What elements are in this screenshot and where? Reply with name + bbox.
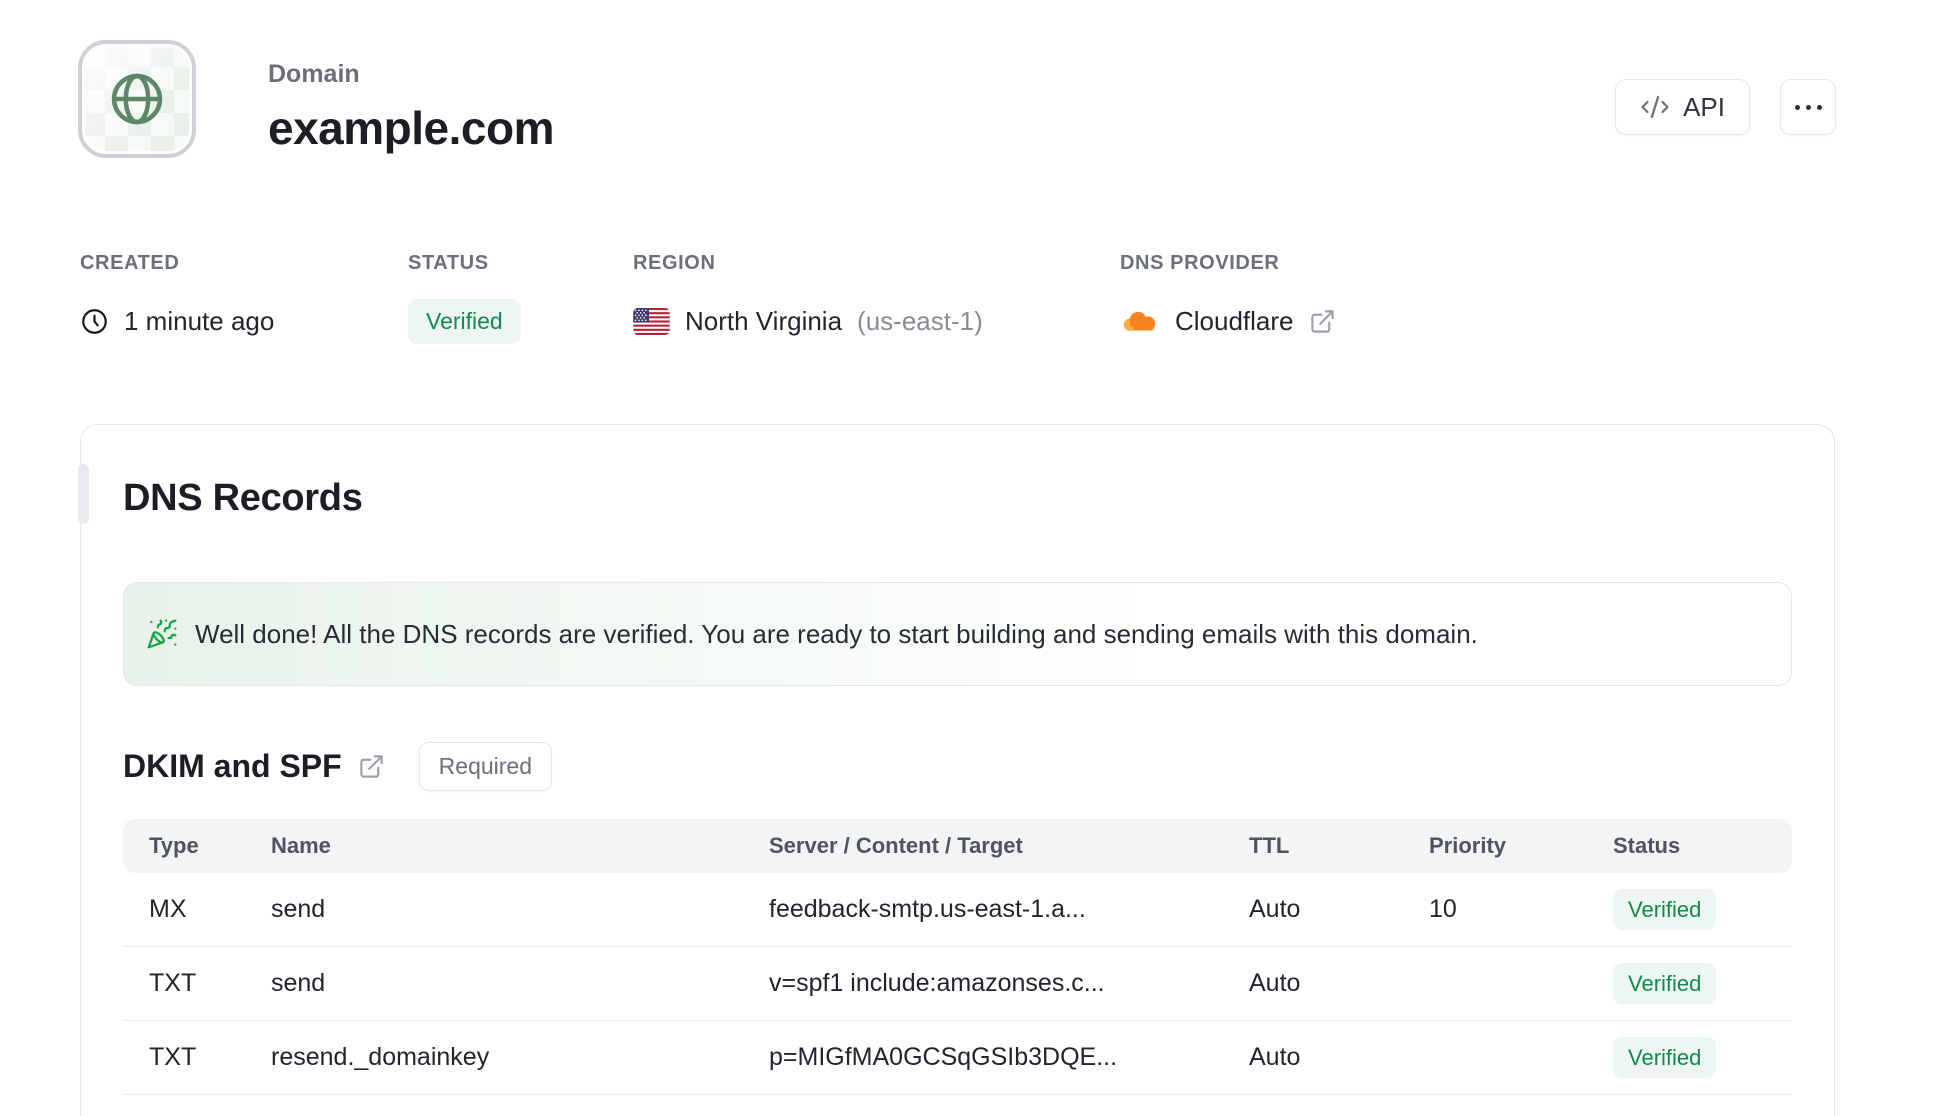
created-label: CREATED — [80, 252, 180, 274]
cell-type: TXT — [149, 969, 197, 997]
record-status-badge: Verified — [1613, 1037, 1717, 1078]
record-status-badge: Verified — [1613, 963, 1717, 1004]
meta-status: STATUS Verified — [408, 252, 633, 344]
globe-icon — [105, 67, 169, 131]
cell-ttl: Auto — [1249, 1043, 1301, 1071]
domain-eyebrow: Domain — [268, 60, 360, 88]
ellipsis-icon — [1794, 104, 1822, 110]
meta-created: CREATED 1 minute ago — [80, 252, 408, 344]
cell-ttl: Auto — [1249, 895, 1301, 923]
success-banner-text: Well done! All the DNS records are verif… — [195, 618, 1478, 649]
region-label: REGION — [633, 252, 716, 274]
table-row: MX send feedback-smtp.us-east-1.a... Aut… — [123, 873, 1792, 947]
status-label: STATUS — [408, 252, 489, 274]
table-row: TXT resend._domainkey p=MIGfMA0GCSqGSIb3… — [123, 1021, 1792, 1095]
more-button[interactable] — [1780, 79, 1836, 135]
dns-table-body: MX send feedback-smtp.us-east-1.a... Aut… — [123, 873, 1792, 1095]
cell-name: send — [271, 969, 326, 997]
dkim-spf-title: DKIM and SPF — [123, 748, 385, 785]
region-value: North Virginia — [685, 305, 843, 336]
domain-avatar — [78, 40, 196, 158]
cloudflare-icon — [1120, 306, 1160, 336]
cell-content[interactable]: v=spf1 include:amazonses.c... — [769, 969, 1249, 998]
external-link-icon[interactable] — [1309, 308, 1336, 335]
meta-region: REGION North Virginia (us-east-1) — [633, 252, 1120, 344]
status-badge: Verified — [408, 298, 521, 344]
col-name: Name — [271, 833, 331, 858]
clock-icon — [80, 307, 109, 336]
dns-records-card: DNS Records Well done! All the DNS recor… — [78, 424, 1835, 1116]
col-priority: Priority — [1429, 833, 1507, 858]
record-status-badge: Verified — [1613, 889, 1717, 930]
cell-priority: 10 — [1429, 895, 1457, 923]
header-actions: API — [1615, 79, 1836, 135]
domain-detail-page: Domain example.com API CREATED 1 minute … — [0, 0, 1944, 1116]
col-type: Type — [149, 833, 199, 858]
cell-content[interactable]: feedback-smtp.us-east-1.a... — [769, 895, 1249, 924]
table-row: TXT send v=spf1 include:amazonses.c... A… — [123, 947, 1792, 1021]
cell-ttl: Auto — [1249, 969, 1301, 997]
dns-provider-label: DNS PROVIDER — [1120, 252, 1280, 274]
dns-table-header: Type Name Server / Content / Target TTL … — [123, 819, 1792, 873]
api-button-label: API — [1683, 91, 1725, 122]
meta-dns-provider: DNS PROVIDER Cloudflare — [1120, 252, 1336, 344]
cell-content[interactable]: p=MIGfMA0GCSqGSIb3DQE... — [769, 1043, 1249, 1072]
col-status: Status — [1613, 833, 1681, 858]
scroll-indicator — [78, 464, 89, 524]
cell-type: MX — [149, 895, 187, 923]
cell-type: TXT — [149, 1043, 197, 1071]
dns-records-title: DNS Records — [123, 477, 363, 519]
cell-name: resend._domainkey — [271, 1043, 490, 1071]
page-title: example.com — [268, 102, 554, 154]
dns-provider-value: Cloudflare — [1175, 305, 1294, 336]
col-content: Server / Content / Target — [769, 833, 1023, 858]
region-code: (us-east-1) — [857, 305, 983, 336]
dkim-spf-section-head: DKIM and SPF Required — [123, 742, 1792, 791]
created-value: 1 minute ago — [124, 305, 275, 336]
required-badge: Required — [418, 742, 553, 791]
cell-name: send — [271, 895, 326, 923]
dns-table: Type Name Server / Content / Target TTL … — [123, 819, 1792, 1095]
header-text: Domain example.com — [268, 60, 554, 155]
party-popper-icon — [146, 618, 178, 650]
api-button[interactable]: API — [1615, 79, 1750, 135]
us-flag-icon — [633, 307, 670, 335]
col-ttl: TTL — [1249, 833, 1290, 858]
code-icon — [1640, 92, 1670, 122]
meta-row: CREATED 1 minute ago STATUS Verified REG… — [80, 252, 1336, 344]
success-banner: Well done! All the DNS records are verif… — [123, 582, 1792, 686]
external-link-icon[interactable] — [358, 753, 385, 780]
